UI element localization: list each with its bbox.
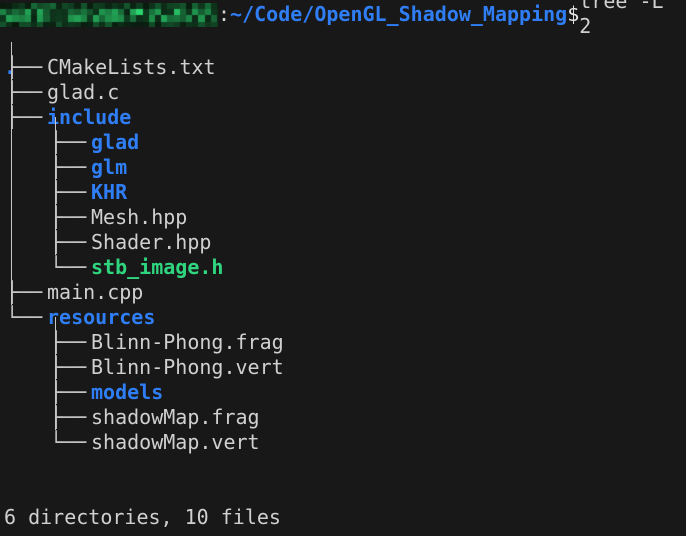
tree-rail-include bbox=[55, 117, 56, 255]
tree-row: └── resources bbox=[0, 305, 686, 330]
tree-entry-dir: include bbox=[47, 105, 132, 129]
tree-row: ├── Blinn-Phong.vert bbox=[0, 355, 686, 380]
tree-entry-exec: stb_image.h bbox=[91, 255, 224, 279]
tree-row: └── shadowMap.vert bbox=[0, 430, 686, 455]
terminal-window[interactable]: : ~/Code/OpenGL_Shadow_Mapping $ tree -L 2… bbox=[0, 0, 686, 536]
tree-entry-file: shadowMap.frag bbox=[91, 405, 260, 429]
prompt-path: ~/Code/OpenGL_Shadow_Mapping bbox=[230, 1, 568, 26]
shell-prompt-line: : ~/Code/OpenGL_Shadow_Mapping $ tree -L 2 bbox=[0, 0, 686, 38]
tree-row: ├── Blinn-Phong.frag bbox=[0, 330, 686, 355]
prompt-dollar-sign: $ bbox=[567, 1, 580, 26]
tree-row: ├── glm bbox=[0, 155, 686, 180]
tree-row: ├── main.cpp bbox=[0, 280, 686, 305]
tree-root-row: . bbox=[0, 30, 686, 79]
tree-rail-level1 bbox=[11, 42, 12, 305]
tree-entry-file: shadowMap.vert bbox=[91, 430, 260, 454]
tree-entry-file: glad.c bbox=[47, 80, 120, 104]
tree-output: . ├── CMakeLists.txt├── glad.c├── includ… bbox=[0, 30, 686, 455]
tree-row: ├── include bbox=[0, 105, 686, 130]
tree-row: ├── shadowMap.frag bbox=[0, 405, 686, 430]
tree-entry-dir: resources bbox=[47, 305, 156, 329]
tree-entry-file: Mesh.hpp bbox=[91, 205, 188, 229]
tree-entry-file: Blinn-Phong.vert bbox=[91, 355, 284, 379]
tree-entry-file: CMakeLists.txt bbox=[47, 55, 216, 79]
prompt-separator: : bbox=[218, 1, 231, 26]
tree-rail-resources bbox=[55, 317, 56, 430]
tree-row: ├── glad.c bbox=[0, 80, 686, 105]
tree-row: ├── KHR bbox=[0, 180, 686, 205]
tree-entry-file: Shader.hpp bbox=[91, 230, 212, 254]
tree-entry-file: Blinn-Phong.frag bbox=[91, 330, 284, 354]
tree-row: ├── glad bbox=[0, 130, 686, 155]
redaction-mosaic-canvas bbox=[0, 3, 218, 27]
tree-row: ├── Mesh.hpp bbox=[0, 205, 686, 230]
tree-entry-dir: KHR bbox=[91, 180, 128, 204]
tree-row: ├── CMakeLists.txt bbox=[0, 55, 686, 80]
tree-row: └── stb_image.h bbox=[0, 255, 686, 280]
tree-entry-dir: glm bbox=[91, 155, 128, 179]
tree-entry-file: main.cpp bbox=[47, 280, 144, 304]
tree-summary: 6 directories, 10 files bbox=[4, 505, 281, 529]
tree-row: ├── models bbox=[0, 380, 686, 405]
tree-row: ├── Shader.hpp bbox=[0, 230, 686, 255]
tree-entry-dir: models bbox=[91, 380, 164, 404]
username-host-redacted-mosaic bbox=[0, 3, 218, 27]
tree-entry-dir: glad bbox=[91, 130, 140, 154]
